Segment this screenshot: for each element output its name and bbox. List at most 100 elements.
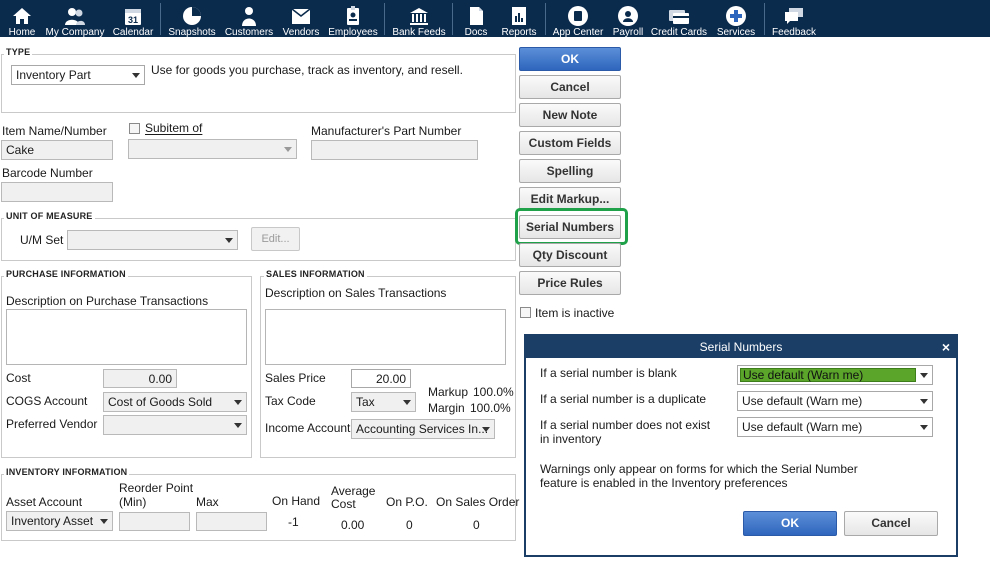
blank-serial-label: If a serial number is blank: [540, 366, 677, 380]
type-section-title: TYPE: [4, 47, 33, 57]
barcode-number-field[interactable]: [1, 182, 113, 202]
vendors-icon: [291, 8, 311, 24]
purchase-information-title: PURCHASE INFORMATION: [4, 269, 128, 279]
close-icon[interactable]: ×: [942, 336, 950, 358]
markup-label: Markup: [428, 385, 469, 399]
sales-description-label: Description on Sales Transactions: [265, 286, 447, 300]
not-in-inventory-label: If a serial number does not exist: [540, 418, 711, 432]
dialog-title: Serial Numbers: [526, 336, 956, 358]
toolbar-label: Feedback: [772, 27, 816, 37]
item-type-dropdown[interactable]: Inventory Part: [11, 65, 145, 85]
chevron-down-icon: [920, 425, 928, 430]
chevron-down-icon: [920, 399, 928, 404]
serial-numbers-dialog: Serial Numbers × If a serial number is b…: [524, 334, 958, 557]
new-note-button[interactable]: New Note: [519, 103, 621, 127]
top-navigation-toolbar: Home My Company 31 Calendar Snapshots Cu…: [0, 0, 990, 37]
on-sales-order-value: 0: [473, 518, 480, 532]
tax-code-dropdown[interactable]: Tax: [351, 392, 416, 412]
duplicate-serial-label: If a serial number is a duplicate: [540, 392, 707, 406]
customers-icon: [242, 7, 256, 26]
custom-fields-button[interactable]: Custom Fields: [519, 131, 621, 155]
item-name-label: Item Name/Number: [2, 124, 107, 138]
dialog-ok-button[interactable]: OK: [743, 511, 837, 536]
toolbar-label: Reports: [501, 27, 537, 37]
item-inactive-checkbox[interactable]: [520, 307, 531, 318]
toolbar-calendar[interactable]: 31 Calendar: [113, 0, 153, 37]
toolbar-reports[interactable]: Reports: [500, 0, 538, 37]
toolbar-employees[interactable]: Employees: [328, 0, 378, 37]
um-set-dropdown[interactable]: [67, 230, 238, 250]
services-icon: [726, 6, 746, 26]
tax-code-value: Tax: [356, 395, 375, 409]
subitem-checkbox[interactable]: [129, 123, 140, 134]
employees-icon: [347, 6, 359, 25]
toolbar-label: Services: [716, 27, 756, 37]
toolbar-payroll[interactable]: Payroll: [610, 0, 646, 37]
reports-icon: [512, 7, 526, 25]
toolbar-docs[interactable]: Docs: [461, 0, 491, 37]
preferred-vendor-dropdown[interactable]: [103, 415, 247, 435]
toolbar-services[interactable]: Services: [716, 0, 756, 37]
on-hand-value: -1: [288, 515, 299, 529]
cogs-account-value: Cost of Goods Sold: [108, 395, 213, 409]
average-cost-label: Average: [331, 484, 376, 498]
toolbar-app-center[interactable]: App Center: [553, 0, 603, 37]
cancel-button[interactable]: Cancel: [519, 75, 621, 99]
reorder-point-label: Reorder Point: [119, 481, 194, 495]
on-hand-label: On Hand: [272, 494, 321, 508]
manufacturer-part-number-field[interactable]: [311, 140, 478, 160]
toolbar-label: Employees: [328, 27, 378, 37]
cogs-account-dropdown[interactable]: Cost of Goods Sold: [103, 392, 247, 412]
cost-label: Cost: [6, 371, 31, 385]
toolbar-feedback[interactable]: Feedback: [772, 0, 816, 37]
price-rules-button[interactable]: Price Rules: [519, 271, 621, 295]
chevron-down-icon: [284, 147, 292, 152]
reorder-point-field[interactable]: [119, 512, 190, 531]
chevron-down-icon: [100, 519, 108, 524]
item-type-value: Inventory Part: [16, 68, 91, 82]
toolbar-home[interactable]: Home: [6, 0, 38, 37]
qty-discount-button[interactable]: Qty Discount: [519, 243, 621, 267]
margin-label: Margin: [428, 401, 465, 415]
item-type-description: Use for goods you purchase, track as inv…: [151, 63, 463, 77]
spelling-button[interactable]: Spelling: [519, 159, 621, 183]
average-cost-label-2: Cost: [331, 497, 356, 511]
purchase-description-label: Description on Purchase Transactions: [6, 294, 209, 308]
calendar-icon: 31: [125, 9, 141, 25]
toolbar-bank-feeds[interactable]: Bank Feeds: [392, 0, 446, 37]
toolbar-my-company[interactable]: My Company: [46, 0, 104, 37]
ok-button[interactable]: OK: [519, 47, 621, 71]
toolbar-label: Snapshots: [168, 27, 216, 37]
toolbar-label: Calendar: [112, 27, 154, 37]
toolbar-customers[interactable]: Customers: [225, 0, 273, 37]
sales-price-field[interactable]: 20.00: [351, 369, 411, 388]
chevron-down-icon: [403, 400, 411, 405]
max-label: Max: [196, 495, 219, 509]
preferred-vendor-label: Preferred Vendor: [6, 417, 98, 431]
asset-account-dropdown[interactable]: Inventory Asset: [6, 511, 113, 531]
item-name-field[interactable]: Cake: [1, 140, 113, 160]
reorder-point-min-label: (Min): [119, 495, 147, 509]
chevron-down-icon: [920, 373, 928, 378]
blank-serial-value: Use default (Warn me): [743, 368, 864, 382]
duplicate-serial-dropdown[interactable]: Use default (Warn me): [737, 391, 933, 411]
subitem-dropdown[interactable]: [128, 139, 297, 159]
sales-description-field[interactable]: [265, 309, 506, 365]
cost-field[interactable]: 0.00: [103, 369, 177, 388]
purchase-description-field[interactable]: [6, 309, 247, 365]
not-in-inventory-dropdown[interactable]: Use default (Warn me): [737, 417, 933, 437]
blank-serial-dropdown[interactable]: Use default (Warn me): [737, 365, 933, 385]
max-field[interactable]: [196, 512, 267, 531]
toolbar-credit-cards[interactable]: Credit Cards: [651, 0, 707, 37]
inventory-information-title: INVENTORY INFORMATION: [4, 467, 130, 477]
unit-of-measure-title: UNIT OF MEASURE: [4, 211, 95, 221]
dialog-cancel-button[interactable]: Cancel: [844, 511, 938, 536]
toolbar-vendors[interactable]: Vendors: [282, 0, 320, 37]
duplicate-serial-value: Use default (Warn me): [742, 394, 863, 408]
toolbar-label: My Company: [45, 27, 105, 37]
sales-information-title: SALES INFORMATION: [264, 269, 367, 279]
toolbar-snapshots[interactable]: Snapshots: [168, 0, 216, 37]
income-account-dropdown[interactable]: Accounting Services In...: [351, 419, 495, 439]
cogs-account-label: COGS Account: [6, 394, 88, 408]
um-edit-button[interactable]: Edit...: [251, 227, 300, 251]
